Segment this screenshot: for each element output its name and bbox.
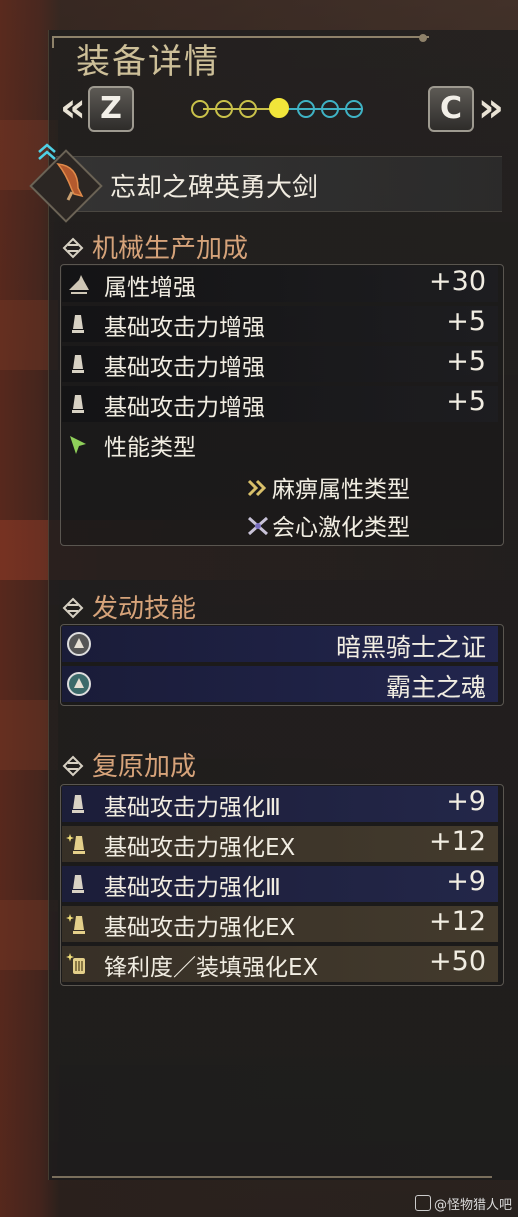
prev-page-arrow-icon[interactable]: « bbox=[60, 88, 86, 128]
restoration-bonus-row[interactable]: 基础攻击力强化EX +12 bbox=[62, 906, 498, 942]
bonus-label: 基础攻击力增强 bbox=[104, 315, 265, 341]
great-sword-icon bbox=[48, 160, 88, 208]
skill-jewel-icon bbox=[66, 631, 92, 657]
bonus-label: 基础攻击力增强 bbox=[104, 355, 265, 381]
page-dot bbox=[321, 100, 339, 118]
page-dot bbox=[215, 100, 233, 118]
critical-type-icon bbox=[246, 515, 272, 543]
watermark-logo-icon bbox=[414, 1195, 431, 1211]
bonus-value: +5 bbox=[446, 346, 486, 377]
page-dot bbox=[239, 100, 257, 118]
bonus-value: +30 bbox=[429, 266, 486, 297]
next-page-arrow-icon[interactable]: » bbox=[478, 88, 504, 128]
bonus-label: 属性增强 bbox=[104, 275, 196, 301]
skill-item[interactable]: 霸主之魂 bbox=[62, 666, 498, 702]
skill-jewel-icon bbox=[66, 671, 92, 697]
performance-type-label: 会心激化类型 bbox=[272, 515, 410, 541]
mechanical-bonus-row[interactable]: 属性增强 +30 bbox=[62, 266, 498, 302]
performance-type-row[interactable]: 性能类型 bbox=[62, 426, 498, 462]
section-heading-mechanical: 机械生产加成 bbox=[62, 228, 248, 265]
panel-frame-ornament bbox=[419, 34, 427, 42]
restoration-bonus-row[interactable]: 基础攻击力强化Ⅲ +9 bbox=[62, 786, 498, 822]
attack-boost-icon bbox=[66, 352, 92, 378]
bonus-label: 基础攻击力强化Ⅲ bbox=[104, 875, 281, 901]
element-boost-icon bbox=[66, 272, 92, 298]
section-heading-text: 复原加成 bbox=[92, 752, 197, 782]
bonus-label: 基础攻击力强化EX bbox=[104, 915, 296, 941]
bonus-value: +5 bbox=[446, 306, 486, 337]
bonus-label: 基础攻击力强化EX bbox=[104, 835, 296, 861]
next-page-key-button[interactable]: C bbox=[428, 86, 474, 132]
bonus-value: +9 bbox=[446, 786, 486, 817]
page-title: 装备详情 bbox=[76, 42, 220, 82]
prev-page-key-button[interactable]: Z bbox=[88, 86, 134, 132]
page-dot-active bbox=[269, 98, 289, 118]
weapon-name: 忘却之碑英勇大剑 bbox=[110, 173, 319, 203]
page-dot bbox=[345, 100, 363, 118]
section-heading-text: 发动技能 bbox=[92, 594, 197, 624]
mechanical-bonus-row[interactable]: 基础攻击力增强 +5 bbox=[62, 386, 498, 422]
bonus-label: 基础攻击力增强 bbox=[104, 395, 265, 421]
performance-type-label: 麻痹属性类型 bbox=[272, 477, 410, 503]
performance-type-icon bbox=[66, 432, 92, 458]
bonus-value: +12 bbox=[429, 826, 486, 857]
watermark: @怪物猎人吧 bbox=[414, 1194, 512, 1213]
attack-boost-icon bbox=[66, 792, 92, 818]
bonus-label: 性能类型 bbox=[104, 435, 196, 461]
skill-item[interactable]: 暗黑骑士之证 bbox=[62, 626, 498, 662]
skill-name: 霸主之魂 bbox=[385, 673, 486, 702]
sharpness-ex-icon bbox=[66, 952, 92, 978]
section-diamond-icon bbox=[62, 754, 84, 777]
mechanical-bonus-row[interactable]: 基础攻击力增强 +5 bbox=[62, 306, 498, 342]
bonus-value: +9 bbox=[446, 866, 486, 897]
section-diamond-icon bbox=[62, 236, 84, 259]
attack-boost-icon bbox=[66, 872, 92, 898]
bonus-value: +50 bbox=[429, 946, 486, 977]
restoration-bonus-row[interactable]: 基础攻击力强化Ⅲ +9 bbox=[62, 866, 498, 902]
attack-boost-ex-icon bbox=[66, 832, 92, 858]
attack-boost-icon bbox=[66, 312, 92, 338]
bonus-label: 锋利度／装填强化EX bbox=[104, 955, 319, 981]
performance-type-item[interactable]: 麻痹属性类型 bbox=[246, 470, 410, 505]
section-heading-text: 机械生产加成 bbox=[92, 234, 249, 264]
attack-boost-ex-icon bbox=[66, 912, 92, 938]
panel-frame-bottom bbox=[52, 1166, 492, 1178]
mechanical-bonus-row[interactable]: 基础攻击力增强 +5 bbox=[62, 346, 498, 382]
bonus-value: +12 bbox=[429, 906, 486, 937]
attack-boost-icon bbox=[66, 392, 92, 418]
section-heading-restoration: 复原加成 bbox=[62, 746, 196, 783]
bonus-label: 基础攻击力强化Ⅲ bbox=[104, 795, 281, 821]
bonus-value: +5 bbox=[446, 386, 486, 417]
watermark-text: @怪物猎人吧 bbox=[433, 1198, 512, 1213]
restoration-bonus-row[interactable]: 基础攻击力强化EX +12 bbox=[62, 826, 498, 862]
restoration-bonus-row[interactable]: 锋利度／装填强化EX +50 bbox=[62, 946, 498, 982]
section-heading-skills: 发动技能 bbox=[62, 588, 196, 625]
page-dot bbox=[191, 100, 209, 118]
skill-name: 暗黑骑士之证 bbox=[335, 633, 486, 662]
performance-type-item[interactable]: 会心激化类型 bbox=[246, 508, 410, 543]
section-diamond-icon bbox=[62, 596, 84, 619]
paralysis-type-icon bbox=[246, 477, 272, 505]
page-dot bbox=[297, 100, 315, 118]
